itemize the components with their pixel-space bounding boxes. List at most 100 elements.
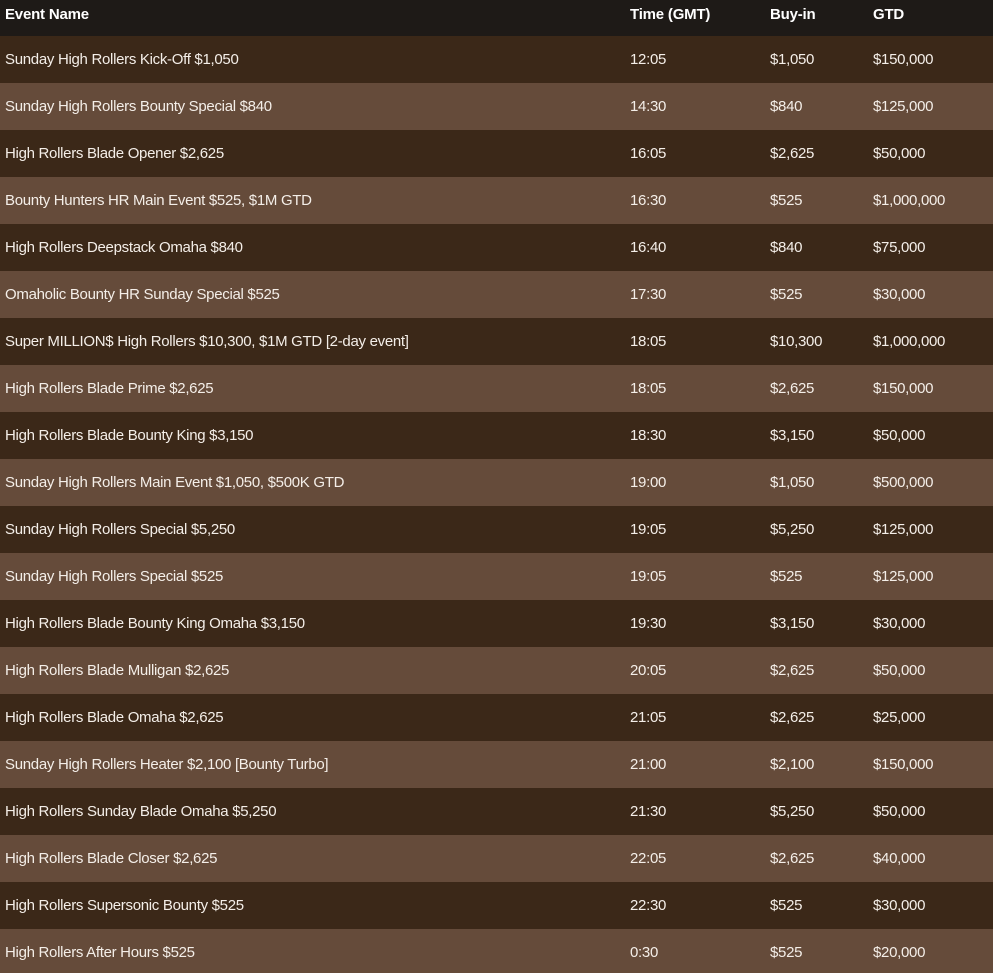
table-body: Sunday High Rollers Kick-Off $1,050 12:05…: [0, 36, 993, 973]
buy-in-cell: $5,250: [770, 803, 815, 820]
table-row: High Rollers Blade Bounty King $3,150 18:…: [0, 412, 993, 459]
gtd-cell: $30,000: [873, 615, 926, 632]
buy-in-cell: $1,050: [770, 51, 815, 68]
gtd-cell: $500,000: [873, 474, 934, 491]
buy-in-cell: $10,300: [770, 333, 823, 350]
time-cell: 19:30: [630, 615, 667, 632]
buy-in-cell: $2,625: [770, 662, 815, 679]
event-name-cell: High Rollers Blade Mulligan $2,625: [5, 662, 230, 679]
time-cell: 21:30: [630, 803, 667, 820]
event-name-cell: Sunday High Rollers Special $5,250: [5, 521, 235, 538]
gtd-cell: $150,000: [873, 51, 934, 68]
header-buy-in: Buy-in: [770, 6, 816, 23]
table-header: Event Name Time (GMT) Buy-in GTD: [0, 0, 993, 36]
gtd-cell: $150,000: [873, 756, 934, 773]
event-name-cell: High Rollers Deepstack Omaha $840: [5, 239, 243, 256]
gtd-cell: $1,000,000: [873, 192, 946, 209]
time-cell: 16:30: [630, 192, 667, 209]
table-row: High Rollers Deepstack Omaha $840 16:40 $8…: [0, 224, 993, 271]
table-row: Omaholic Bounty HR Sunday Special $525 17…: [0, 271, 993, 318]
event-name-cell: Omaholic Bounty HR Sunday Special $525: [5, 286, 280, 303]
table-row: Sunday High Rollers Main Event $1,050, $…: [0, 459, 993, 506]
time-cell: 21:00: [630, 756, 667, 773]
time-cell: 12:05: [630, 51, 667, 68]
gtd-cell: $125,000: [873, 521, 934, 538]
event-name-cell: High Rollers Sunday Blade Omaha $5,250: [5, 803, 277, 820]
time-cell: 19:00: [630, 474, 667, 491]
time-cell: 19:05: [630, 521, 667, 538]
table-row: High Rollers Blade Mulligan $2,625 20:05 $…: [0, 647, 993, 694]
event-name-cell: Sunday High Rollers Special $525: [5, 568, 224, 585]
gtd-cell: $25,000: [873, 709, 926, 726]
buy-in-cell: $2,625: [770, 380, 815, 397]
time-cell: 18:30: [630, 427, 667, 444]
tournament-schedule-table: Event Name Time (GMT) Buy-in GTD Sunday …: [0, 0, 993, 973]
event-name-cell: High Rollers After Hours $525: [5, 944, 195, 961]
gtd-cell: $30,000: [873, 286, 926, 303]
gtd-cell: $30,000: [873, 897, 926, 914]
gtd-cell: $150,000: [873, 380, 934, 397]
table-row: High Rollers Blade Prime $2,625 18:05 $2,6…: [0, 365, 993, 412]
table-row: High Rollers Supersonic Bounty $525 22:30…: [0, 882, 993, 929]
gtd-cell: $50,000: [873, 145, 926, 162]
time-cell: 17:30: [630, 286, 667, 303]
time-cell: 21:05: [630, 709, 667, 726]
table-row: Bounty Hunters HR Main Event $525, $1M G…: [0, 177, 993, 224]
gtd-cell: $50,000: [873, 803, 926, 820]
table-row: High Rollers Blade Omaha $2,625 21:05 $2,6…: [0, 694, 993, 741]
buy-in-cell: $840: [770, 239, 803, 256]
header-row: Event Name Time (GMT) Buy-in GTD: [0, 0, 993, 36]
time-cell: 19:05: [630, 568, 667, 585]
table-row: Sunday High Rollers Special $525 19:05 $52…: [0, 553, 993, 600]
table-row: High Rollers Sunday Blade Omaha $5,250 21…: [0, 788, 993, 835]
buy-in-cell: $1,050: [770, 474, 815, 491]
event-name-cell: High Rollers Blade Bounty King $3,150: [5, 427, 254, 444]
buy-in-cell: $525: [770, 897, 803, 914]
gtd-cell: $75,000: [873, 239, 926, 256]
table-row: Super MILLION$ High Rollers $10,300, $1M…: [0, 318, 993, 365]
table-row: Sunday High Rollers Special $5,250 19:05 $…: [0, 506, 993, 553]
header-gtd: GTD: [873, 6, 905, 23]
gtd-cell: $40,000: [873, 850, 926, 867]
gtd-cell: $125,000: [873, 98, 934, 115]
event-name-cell: High Rollers Blade Closer $2,625: [5, 850, 218, 867]
time-cell: 20:05: [630, 662, 667, 679]
gtd-cell: $20,000: [873, 944, 926, 961]
buy-in-cell: $2,625: [770, 709, 815, 726]
gtd-cell: $50,000: [873, 662, 926, 679]
buy-in-cell: $840: [770, 98, 803, 115]
event-name-cell: High Rollers Blade Omaha $2,625: [5, 709, 224, 726]
event-name-cell: Sunday High Rollers Bounty Special $840: [5, 98, 272, 115]
time-cell: 16:05: [630, 145, 667, 162]
gtd-cell: $50,000: [873, 427, 926, 444]
time-cell: 0:30: [630, 944, 658, 961]
table-row: High Rollers Blade Bounty King Omaha $3,…: [0, 600, 993, 647]
event-name-cell: High Rollers Supersonic Bounty $525: [5, 897, 244, 914]
time-cell: 18:05: [630, 380, 667, 397]
buy-in-cell: $2,625: [770, 850, 815, 867]
buy-in-cell: $3,150: [770, 427, 815, 444]
table-row: Sunday High Rollers Bounty Special $840 1…: [0, 83, 993, 130]
time-cell: 22:30: [630, 897, 667, 914]
event-name-cell: Bounty Hunters HR Main Event $525, $1M G…: [5, 192, 312, 209]
time-cell: 18:05: [630, 333, 667, 350]
buy-in-cell: $2,625: [770, 145, 815, 162]
time-cell: 22:05: [630, 850, 667, 867]
buy-in-cell: $525: [770, 944, 803, 961]
table-row: High Rollers Blade Opener $2,625 16:05 $2,…: [0, 130, 993, 177]
event-name-cell: High Rollers Blade Prime $2,625: [5, 380, 214, 397]
table-row: Sunday High Rollers Heater $2,100 [Bount…: [0, 741, 993, 788]
buy-in-cell: $2,100: [770, 756, 815, 773]
buy-in-cell: $525: [770, 192, 803, 209]
header-time: Time (GMT): [630, 6, 711, 23]
event-name-cell: High Rollers Blade Bounty King Omaha $3,…: [5, 615, 305, 632]
time-cell: 14:30: [630, 98, 667, 115]
event-name-cell: Sunday High Rollers Heater $2,100 [Bount…: [5, 756, 329, 773]
event-name-cell: High Rollers Blade Opener $2,625: [5, 145, 224, 162]
time-cell: 16:40: [630, 239, 667, 256]
table-row: High Rollers After Hours $525 0:30 $525 $20…: [0, 929, 993, 973]
event-name-cell: Super MILLION$ High Rollers $10,300, $1M…: [5, 333, 409, 350]
buy-in-cell: $5,250: [770, 521, 815, 538]
gtd-cell: $1,000,000: [873, 333, 946, 350]
header-event-name: Event Name: [5, 6, 89, 23]
